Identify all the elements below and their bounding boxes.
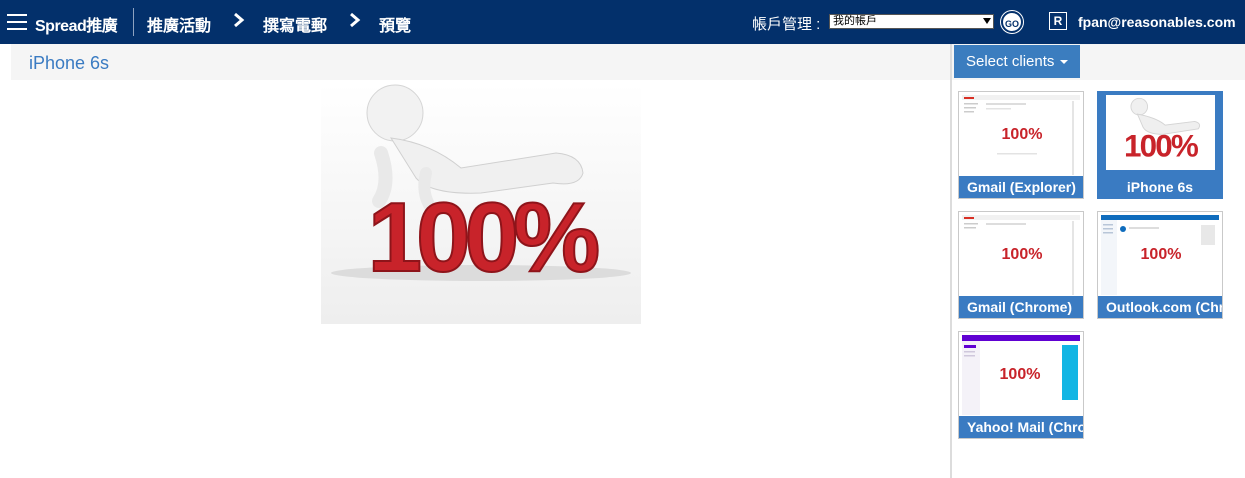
hero-image: 100% xyxy=(321,83,641,324)
svg-text:100%: 100% xyxy=(1002,126,1043,143)
select-clients-button[interactable]: Select clients xyxy=(954,45,1080,78)
client-screenshot: 100% xyxy=(962,95,1080,175)
svg-text:100%: 100% xyxy=(1141,246,1182,263)
top-navbar: Spread推廣 推廣活動 撰寫電郵 預覽 帳戶管理 : 我的帳戶 GO R f… xyxy=(0,0,1245,44)
select-clients-label: Select clients xyxy=(966,53,1055,70)
brand-logo[interactable]: Spread推廣 xyxy=(35,12,118,36)
svg-text:100%: 100% xyxy=(1002,246,1043,263)
nav-divider xyxy=(133,8,134,36)
user-avatar[interactable]: R xyxy=(1049,12,1067,30)
breadcrumb-campaigns[interactable]: 推廣活動 xyxy=(147,12,211,36)
client-screenshot: 100% xyxy=(962,335,1080,415)
account-select[interactable]: 我的帳戶 xyxy=(829,14,994,29)
chevron-right-icon xyxy=(234,12,245,28)
client-thumb-label: iPhone 6s xyxy=(1098,176,1222,198)
svg-text:100%: 100% xyxy=(1000,366,1041,383)
chevron-right-icon xyxy=(350,12,361,28)
client-screenshot: 100% xyxy=(1106,95,1215,170)
client-thumb-gmail-chrome[interactable]: 100% Gmail (Chrome) xyxy=(958,211,1084,319)
client-thumb-outlook-chrome[interactable]: 100% Outlook.com (Chrome) xyxy=(1097,211,1223,319)
client-screenshot: 100% xyxy=(962,215,1080,295)
client-thumb-label: Outlook.com (Chrome) xyxy=(1098,296,1222,318)
panel-divider[interactable] xyxy=(950,44,952,478)
caret-down-icon xyxy=(1060,60,1069,65)
menu-icon[interactable] xyxy=(7,14,27,30)
svg-text:100%: 100% xyxy=(1124,129,1199,164)
breadcrumb-preview[interactable]: 預覽 xyxy=(379,12,411,36)
preview-title-bar: iPhone 6s xyxy=(11,44,950,80)
hero-text: 100% xyxy=(368,182,599,292)
client-thumb-iphone-6s[interactable]: 100% iPhone 6s xyxy=(1097,91,1223,199)
user-email[interactable]: fpan@reasonables.com xyxy=(1078,14,1236,30)
client-thumb-yahoo-mail-chrome[interactable]: 100% Yahoo! Mail (Chrome) xyxy=(958,331,1084,439)
account-management-label: 帳戶管理 : xyxy=(752,16,821,33)
client-thumb-label: Gmail (Chrome) xyxy=(959,296,1083,318)
page-title: iPhone 6s xyxy=(29,53,110,73)
account-select-value: 我的帳戶 xyxy=(833,15,877,27)
breadcrumb-compose-email[interactable]: 撰寫電郵 xyxy=(263,12,327,36)
client-thumb-label: Gmail (Explorer) xyxy=(959,176,1083,198)
go-button[interactable]: GO xyxy=(1001,11,1023,33)
client-thumb-gmail-explorer[interactable]: 100% Gmail (Explorer) xyxy=(958,91,1084,199)
dropdown-arrow-icon xyxy=(983,18,991,24)
client-thumb-label: Yahoo! Mail (Chrome) xyxy=(959,416,1083,438)
client-screenshot: 100% xyxy=(1101,215,1219,295)
